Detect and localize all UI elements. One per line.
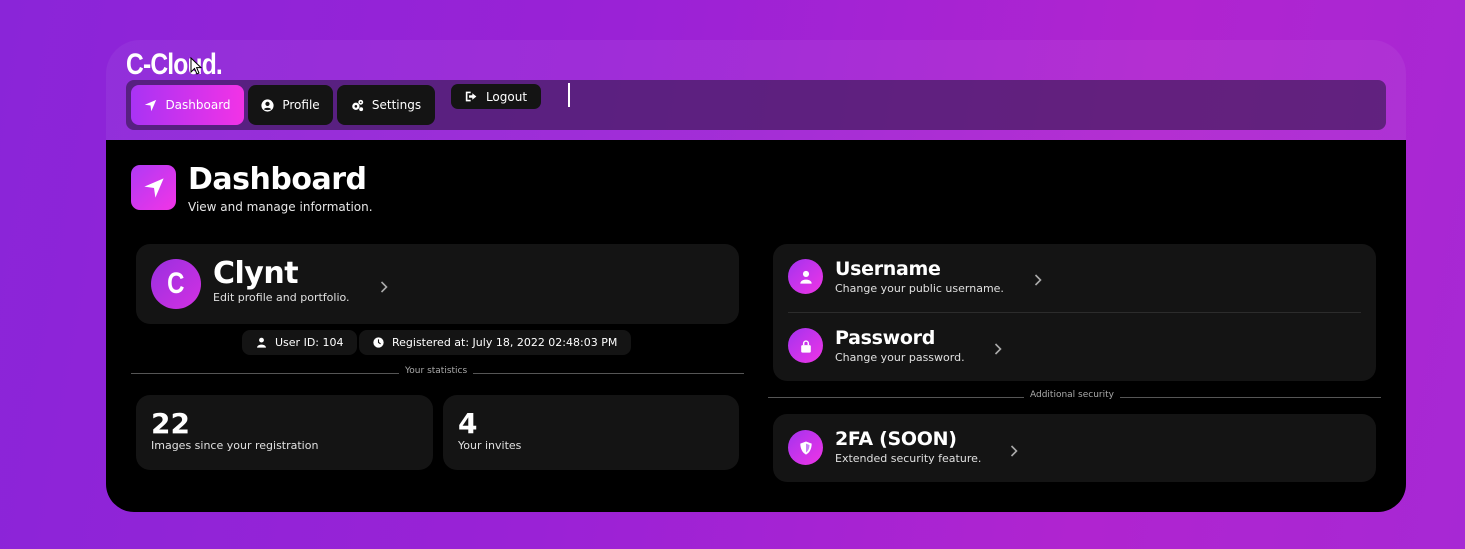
avatar: C — [151, 259, 201, 309]
app-logo[interactable]: C-Cloud. — [126, 48, 223, 82]
shield-icon — [788, 430, 823, 465]
nav-dashboard-label: Dashboard — [165, 98, 231, 112]
lock-icon — [788, 328, 823, 363]
username-title: Username — [835, 258, 941, 280]
main-navbar: Dashboard Profile Settings Logout — [126, 80, 1386, 130]
logout-button[interactable]: Logout — [451, 84, 541, 109]
page-title: Dashboard — [188, 162, 367, 197]
tfa-card[interactable]: 2FA (SOON) Extended security feature. — [773, 414, 1376, 482]
stat-label: Images since your registration — [151, 439, 319, 452]
stat-card-invites: 4 Your invites — [443, 395, 739, 470]
statistics-heading: Your statistics — [399, 366, 474, 376]
registered-text: Registered at: July 18, 2022 02:48:03 PM — [392, 336, 618, 349]
chevron-right-icon — [1010, 442, 1018, 457]
sign-out-icon — [465, 91, 477, 102]
profile-name: Clynt — [213, 256, 299, 291]
security-heading: Additional security — [1024, 390, 1120, 400]
stat-label: Your invites — [458, 439, 522, 452]
clock-icon — [373, 337, 384, 348]
row-divider — [788, 312, 1361, 313]
username-subtitle: Change your public username. — [835, 282, 1004, 295]
nav-profile-label: Profile — [282, 98, 320, 112]
stat-value: 22 — [151, 407, 190, 440]
stat-card-images: 22 Images since your registration — [136, 395, 433, 470]
nav-settings-button[interactable]: Settings — [337, 85, 435, 125]
stat-value: 4 — [458, 407, 478, 440]
password-subtitle: Change your password. — [835, 351, 965, 364]
gears-icon — [352, 99, 364, 111]
location-arrow-icon — [143, 177, 164, 198]
chevron-right-icon — [380, 278, 388, 293]
user-id-text: User ID: 104 — [275, 336, 344, 349]
profile-subtitle: Edit profile and portfolio. — [213, 291, 350, 304]
location-arrow-icon — [145, 99, 157, 111]
user-icon — [257, 337, 266, 348]
user-icon — [788, 259, 823, 294]
tfa-subtitle: Extended security feature. — [835, 452, 982, 465]
profile-card[interactable]: C Clynt Edit profile and portfolio. — [136, 244, 739, 324]
page-icon — [131, 165, 176, 210]
password-title: Password — [835, 327, 936, 349]
nav-separator — [568, 83, 570, 107]
user-id-badge: User ID: 104 — [242, 330, 358, 355]
nav-dashboard-button[interactable]: Dashboard — [131, 85, 244, 125]
dashboard-panel: Dashboard View and manage information. C… — [106, 140, 1406, 512]
chevron-right-icon — [994, 340, 1002, 355]
logout-label: Logout — [485, 89, 528, 104]
tfa-title: 2FA (SOON) — [835, 428, 957, 450]
account-settings-card: Username Change your public username. Pa… — [773, 244, 1376, 381]
registered-badge: Registered at: July 18, 2022 02:48:03 PM — [359, 330, 632, 355]
mouse-cursor-icon — [190, 57, 202, 75]
page-subtitle: View and manage information. — [188, 200, 373, 214]
user-circle-icon — [261, 98, 274, 112]
nav-settings-label: Settings — [371, 98, 422, 112]
nav-profile-button[interactable]: Profile — [248, 85, 333, 125]
chevron-right-icon — [1034, 271, 1042, 286]
